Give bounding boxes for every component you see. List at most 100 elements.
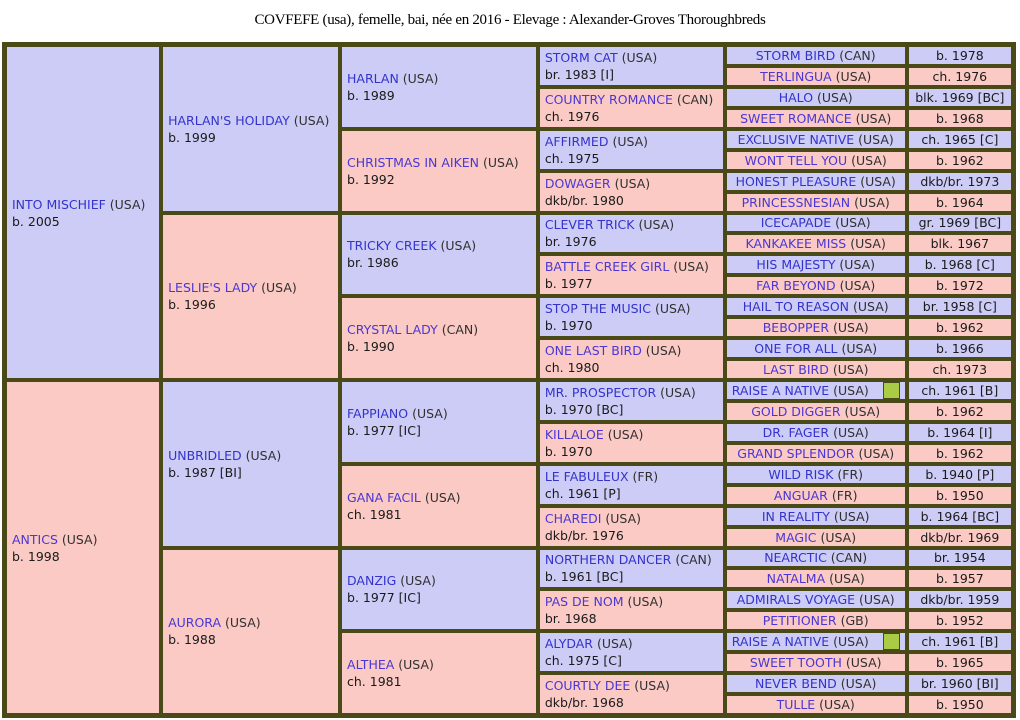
pedigree-cell[interactable]: EXCLUSIVE NATIVE (USA) [725, 129, 906, 149]
pedigree-cell[interactable]: b. 1968 [907, 108, 1013, 128]
pedigree-cell[interactable]: FAR BEYOND (USA) [725, 276, 906, 296]
pedigree-cell[interactable]: LESLIE'S LADY (USA) b. 1996 [162, 213, 340, 379]
pedigree-cell[interactable]: SWEET TOOTH (USA) [725, 653, 906, 673]
pedigree-cell[interactable]: PRINCESSNESIAN (USA) [725, 192, 906, 212]
pedigree-cell[interactable]: DOWAGER (USA) dkb/br. 1980 [538, 171, 724, 212]
pedigree-cell[interactable]: dkb/br. 1973 [907, 171, 1013, 191]
pedigree-cell[interactable]: BEBOPPER (USA) [725, 318, 906, 338]
horse-country-code: (USA) [829, 508, 870, 524]
pedigree-cell[interactable]: b. 1957 [907, 569, 1013, 589]
pedigree-cell[interactable]: COURTLY DEE (USA) dkb/br. 1968 [538, 674, 724, 714]
pedigree-cell[interactable]: MR. PROSPECTOR (USA) b. 1970 [BC] [538, 381, 724, 421]
pedigree-cell[interactable]: b. 1972 [907, 276, 1013, 296]
pedigree-cell[interactable]: DR. FAGER (USA) [725, 422, 906, 442]
pedigree-cell[interactable]: IN REALITY (USA) [725, 506, 906, 526]
horse-name: UNBRIDLED (USA) [168, 447, 333, 464]
pedigree-cell[interactable]: ch. 1961 [B] [907, 632, 1013, 652]
pedigree-cell[interactable]: b. 1962 [907, 150, 1013, 170]
pedigree-cell[interactable]: KANKAKEE MISS (USA) [725, 234, 906, 254]
pedigree-cell[interactable]: DANZIG (USA) b. 1977 [IC] [341, 548, 537, 631]
pedigree-cell[interactable]: b. 1966 [907, 339, 1013, 359]
pedigree-cell[interactable]: b. 1964 [907, 192, 1013, 212]
pedigree-cell[interactable]: HALO (USA) [725, 87, 906, 107]
pedigree-cell[interactable]: ANTICS (USA) b. 1998 [6, 381, 161, 714]
pedigree-cell[interactable]: AURORA (USA) b. 1988 [162, 548, 340, 714]
pedigree-cell[interactable]: HARLAN'S HOLIDAY (USA) b. 1999 [162, 46, 340, 212]
pedigree-cell[interactable]: b. 1962 [907, 318, 1013, 338]
pedigree-cell[interactable]: b. 1968 [C] [907, 255, 1013, 275]
pedigree-cell[interactable]: CLEVER TRICK (USA) br. 1976 [538, 213, 724, 254]
pedigree-cell[interactable]: LE FABULEUX (FR) ch. 1961 [P] [538, 464, 724, 505]
pedigree-cell[interactable]: br. 1954 [907, 548, 1013, 568]
pedigree-cell[interactable]: ALYDAR (USA) ch. 1975 [C] [538, 632, 724, 673]
pedigree-cell[interactable]: ADMIRALS VOYAGE (USA) [725, 590, 906, 610]
pedigree-cell[interactable]: dkb/br. 1959 [907, 590, 1013, 610]
pedigree-cell[interactable]: HONEST PLEASURE (USA) [725, 171, 906, 191]
pedigree-cell[interactable]: dkb/br. 1969 [907, 527, 1013, 547]
pedigree-cell[interactable]: ch. 1973 [907, 360, 1013, 379]
pedigree-cell[interactable]: HAIL TO REASON (USA) [725, 297, 906, 317]
pedigree-cell[interactable]: ch. 1976 [907, 66, 1013, 86]
pedigree-cell[interactable]: INTO MISCHIEF (USA) b. 2005 [6, 46, 161, 379]
pedigree-cell[interactable]: GOLD DIGGER (USA) [725, 401, 906, 421]
pedigree-cell[interactable]: NEARCTIC (CAN) [725, 548, 906, 568]
generation-2-column: HARLAN'S HOLIDAY (USA) b. 1999 LESLIE'S LA… [161, 45, 340, 715]
pedigree-cell[interactable]: RAISE A NATIVE (USA) [725, 381, 906, 400]
horse-country-code: (USA) [829, 382, 869, 398]
pedigree-cell[interactable]: GRAND SPLENDOR (USA) [725, 443, 906, 463]
pedigree-cell[interactable]: PAS DE NOM (USA) br. 1968 [538, 590, 724, 631]
pedigree-cell[interactable]: b. 1940 [P] [907, 464, 1013, 484]
pedigree-cell[interactable]: TRICKY CREEK (USA) br. 1986 [341, 213, 537, 296]
pedigree-cell[interactable]: NORTHERN DANCER (CAN) b. 1961 [BC] [538, 548, 724, 589]
pedigree-cell[interactable]: b. 1962 [907, 401, 1013, 421]
pedigree-cell[interactable]: ANGUAR (FR) [725, 485, 906, 505]
pedigree-cell[interactable]: b. 1962 [907, 443, 1013, 463]
pedigree-cell[interactable]: HIS MAJESTY (USA) [725, 255, 906, 275]
pedigree-cell[interactable]: NEVER BEND (USA) [725, 674, 906, 694]
pedigree-cell[interactable]: WONT TELL YOU (USA) [725, 150, 906, 170]
pedigree-cell[interactable]: LAST BIRD (USA) [725, 360, 906, 379]
pedigree-cell[interactable]: blk. 1969 [BC] [907, 87, 1013, 107]
pedigree-cell[interactable]: MAGIC (USA) [725, 527, 906, 547]
pedigree-cell[interactable]: ch. 1965 [C] [907, 129, 1013, 149]
pedigree-cell[interactable]: b. 1978 [907, 46, 1013, 65]
pedigree-cell[interactable]: STORM BIRD (CAN) [725, 46, 906, 65]
pedigree-cell[interactable]: RAISE A NATIVE (USA) [725, 632, 906, 652]
pedigree-cell[interactable]: b. 1950 [907, 485, 1013, 505]
pedigree-cell[interactable]: gr. 1969 [BC] [907, 213, 1013, 233]
pedigree-cell[interactable]: blk. 1967 [907, 234, 1013, 254]
pedigree-cell[interactable]: CRYSTAL LADY (CAN) b. 1990 [341, 297, 537, 379]
pedigree-cell[interactable]: GANA FACIL (USA) ch. 1981 [341, 464, 537, 547]
pedigree-cell[interactable]: STORM CAT (USA) br. 1983 [I] [538, 46, 724, 86]
pedigree-cell[interactable]: b. 1964 [BC] [907, 506, 1013, 526]
pedigree-cell[interactable]: UNBRIDLED (USA) b. 1987 [BI] [162, 381, 340, 547]
pedigree-cell[interactable]: b. 1965 [907, 653, 1013, 673]
pedigree-cell[interactable]: b. 1964 [I] [907, 422, 1013, 442]
pedigree-cell[interactable]: COUNTRY ROMANCE (CAN) ch. 1976 [538, 87, 724, 128]
pedigree-cell[interactable]: STOP THE MUSIC (USA) b. 1970 [538, 297, 724, 338]
pedigree-cell[interactable]: TULLE (USA) [725, 695, 906, 714]
pedigree-cell[interactable]: CHAREDI (USA) dkb/br. 1976 [538, 506, 724, 547]
pedigree-cell[interactable]: FAPPIANO (USA) b. 1977 [IC] [341, 381, 537, 463]
horse-name: WONT TELL YOU (USA) [745, 152, 887, 169]
pedigree-cell[interactable]: b. 1950 [907, 695, 1013, 714]
pedigree-cell[interactable]: ICECAPADE (USA) [725, 213, 906, 233]
pedigree-cell[interactable]: CHRISTMAS IN AIKEN (USA) b. 1992 [341, 129, 537, 212]
pedigree-cell[interactable]: WILD RISK (FR) [725, 464, 906, 484]
pedigree-cell[interactable]: PETITIONER (GB) [725, 611, 906, 631]
pedigree-cell[interactable]: ALTHEA (USA) ch. 1981 [341, 632, 537, 714]
pedigree-cell[interactable]: AFFIRMED (USA) ch. 1975 [538, 129, 724, 170]
pedigree-cell[interactable]: BATTLE CREEK GIRL (USA) b. 1977 [538, 255, 724, 296]
pedigree-cell[interactable]: ONE LAST BIRD (USA) ch. 1980 [538, 339, 724, 379]
pedigree-cell[interactable]: b. 1952 [907, 611, 1013, 631]
pedigree-cell[interactable]: SWEET ROMANCE (USA) [725, 108, 906, 128]
pedigree-cell[interactable]: ONE FOR ALL (USA) [725, 339, 906, 359]
pedigree-cell[interactable]: NATALMA (USA) [725, 569, 906, 589]
pedigree-cell[interactable]: br. 1960 [BI] [907, 674, 1013, 694]
pedigree-cell[interactable]: HARLAN (USA) b. 1989 [341, 46, 537, 128]
pedigree-cell[interactable]: TERLINGUA (USA) [725, 66, 906, 86]
pedigree-cell[interactable]: KILLALOE (USA) b. 1970 [538, 422, 724, 463]
horse-name-text: RAISE A NATIVE [731, 634, 830, 650]
pedigree-cell[interactable]: ch. 1961 [B] [907, 381, 1013, 400]
pedigree-cell[interactable]: br. 1958 [C] [907, 297, 1013, 317]
